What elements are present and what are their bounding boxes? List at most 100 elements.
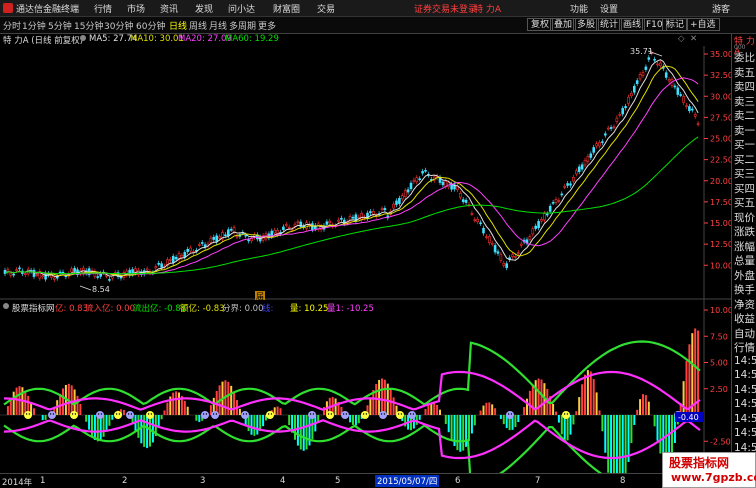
candlestick-chart[interactable]: 35.00 32.50 30.00 27.50 25.00 22.50 20.00 17.50… <box>0 46 731 300</box>
tab-15min[interactable]: 15分钟 <box>74 19 103 32</box>
login-alert[interactable]: 证券交易未登录 <box>414 2 477 15</box>
signal-face-icon <box>326 411 334 419</box>
indicator-bar <box>369 397 372 415</box>
candle <box>612 126 616 129</box>
indicator-bar <box>470 415 473 434</box>
tab-more[interactable]: 更多 <box>258 19 276 32</box>
tab-1min[interactable]: 1分钟 <box>22 19 46 32</box>
candle <box>583 159 587 166</box>
tab-monthly[interactable]: 月线 <box>209 19 227 32</box>
indicator-bar <box>459 415 462 452</box>
candle <box>441 181 445 186</box>
indicator-bar <box>227 381 230 415</box>
candle <box>566 183 569 186</box>
side-panel-item: 卖二 <box>734 110 755 122</box>
menu-item-settings[interactable]: 设置 <box>600 2 618 15</box>
indicator-bar <box>230 385 233 415</box>
indicator-bar <box>615 415 618 473</box>
candle <box>572 176 575 182</box>
candle <box>73 268 76 272</box>
indicator-bar <box>91 415 93 436</box>
indicator-bar <box>450 415 453 440</box>
menu-item-ask[interactable]: 问小达 <box>228 2 255 15</box>
candle <box>516 252 520 254</box>
indicator-bar <box>557 415 560 423</box>
candle <box>676 87 680 95</box>
tab-30min[interactable]: 30分钟 <box>104 19 133 32</box>
indicator-chart[interactable]: 10.007.505.002.50-2.50-5.00-7.50 -0.40 <box>0 300 731 473</box>
indicator-bar <box>656 415 659 441</box>
period-toolbar: 分时 1分钟 5分钟 15分钟 30分钟 60分钟 日线 周线 月线 多周期 更… <box>0 17 756 34</box>
indicator-bar <box>172 392 175 415</box>
candle <box>557 200 561 202</box>
add-favorite-button[interactable]: +自选 <box>686 18 720 31</box>
indicator-bar <box>146 415 149 449</box>
indicator-bar <box>108 415 111 426</box>
candle <box>32 269 36 277</box>
indicator-value-4: 额亿: -0.83 <box>180 304 225 314</box>
tab-multi-period[interactable]: 多周期 <box>229 19 256 32</box>
indicator-settings-icon[interactable] <box>3 303 9 309</box>
candle <box>511 254 514 257</box>
indicator-bar <box>688 344 691 415</box>
candle <box>305 222 308 229</box>
indicator-bar <box>151 415 154 443</box>
menu-item-trade[interactable]: 交易 <box>317 2 335 15</box>
signal-face-icon <box>361 411 369 419</box>
collapse-icon[interactable]: ◇ <box>678 34 685 44</box>
candle <box>499 254 503 261</box>
candle <box>218 236 221 239</box>
menu-item-function[interactable]: 功能 <box>570 2 588 15</box>
tab-5min[interactable]: 5分钟 <box>48 19 72 32</box>
indicator-bar <box>517 415 520 423</box>
price-tick-label: 10.00 <box>710 261 731 270</box>
menu-item-wealth[interactable]: 财富圈 <box>273 2 300 15</box>
indicator-bar <box>415 415 418 425</box>
user-guest[interactable]: 游客 <box>712 2 730 15</box>
tab-weekly[interactable]: 周线 <box>189 19 207 32</box>
indicator-bar <box>528 390 531 415</box>
candle <box>52 277 56 280</box>
mark-button[interactable]: 标记 <box>662 18 689 31</box>
side-panel-item: 买二 <box>734 153 755 166</box>
quote-side-panel: 特 力A 000 委比 卖五 卖四 卖三 卖二 卖一 买一 买二 买三 买四 买五 现价 涨跌 涨幅 总量外… <box>731 34 756 487</box>
candle <box>337 219 340 222</box>
indicator-bar <box>24 390 27 415</box>
watermark-url: www.7gpzb.com <box>671 471 756 484</box>
menu-item-news[interactable]: 资讯 <box>160 2 178 15</box>
signal-face-icon <box>146 411 154 419</box>
side-panel-item: 14:56 <box>734 398 756 410</box>
indicator-bar <box>424 408 427 415</box>
candle <box>554 199 558 203</box>
indicator-bar <box>279 408 282 415</box>
price-tick-label: 15.00 <box>710 219 731 228</box>
tab-daily[interactable]: 日线 <box>169 19 187 32</box>
candle <box>580 164 584 170</box>
menu-item-market[interactable]: 市场 <box>127 2 145 15</box>
candle <box>328 220 332 224</box>
candle <box>154 266 158 269</box>
candle <box>659 62 662 66</box>
settings-dot-icon[interactable] <box>80 35 86 41</box>
indicator-bar <box>198 415 201 422</box>
candle <box>560 193 564 196</box>
side-panel-item: 14:56 <box>734 354 756 367</box>
candle <box>635 80 639 84</box>
tab-timeshare[interactable]: 分时 <box>3 19 21 32</box>
signal-face-icon <box>114 411 122 419</box>
tab-60min[interactable]: 60分钟 <box>136 19 165 32</box>
menu-item-hq[interactable]: 行情 <box>94 2 112 15</box>
signal-face-icon <box>24 411 32 419</box>
indicator-bar <box>288 415 291 426</box>
close-icon[interactable]: ✕ <box>690 34 697 44</box>
indicator-bar <box>671 415 673 458</box>
candle <box>145 268 149 271</box>
indicator-bar <box>633 415 636 426</box>
candle <box>502 262 506 266</box>
indicator-bar <box>526 398 528 415</box>
indicator-bar <box>349 415 352 423</box>
sub-info-line: 股票指标网 亿: 0.83 流入亿: 0.00 流出亿: -0.83 额亿: -… <box>0 302 700 314</box>
menu-item-discover[interactable]: 发现 <box>195 2 213 15</box>
app-logo-icon <box>3 3 13 13</box>
candle <box>58 271 62 274</box>
